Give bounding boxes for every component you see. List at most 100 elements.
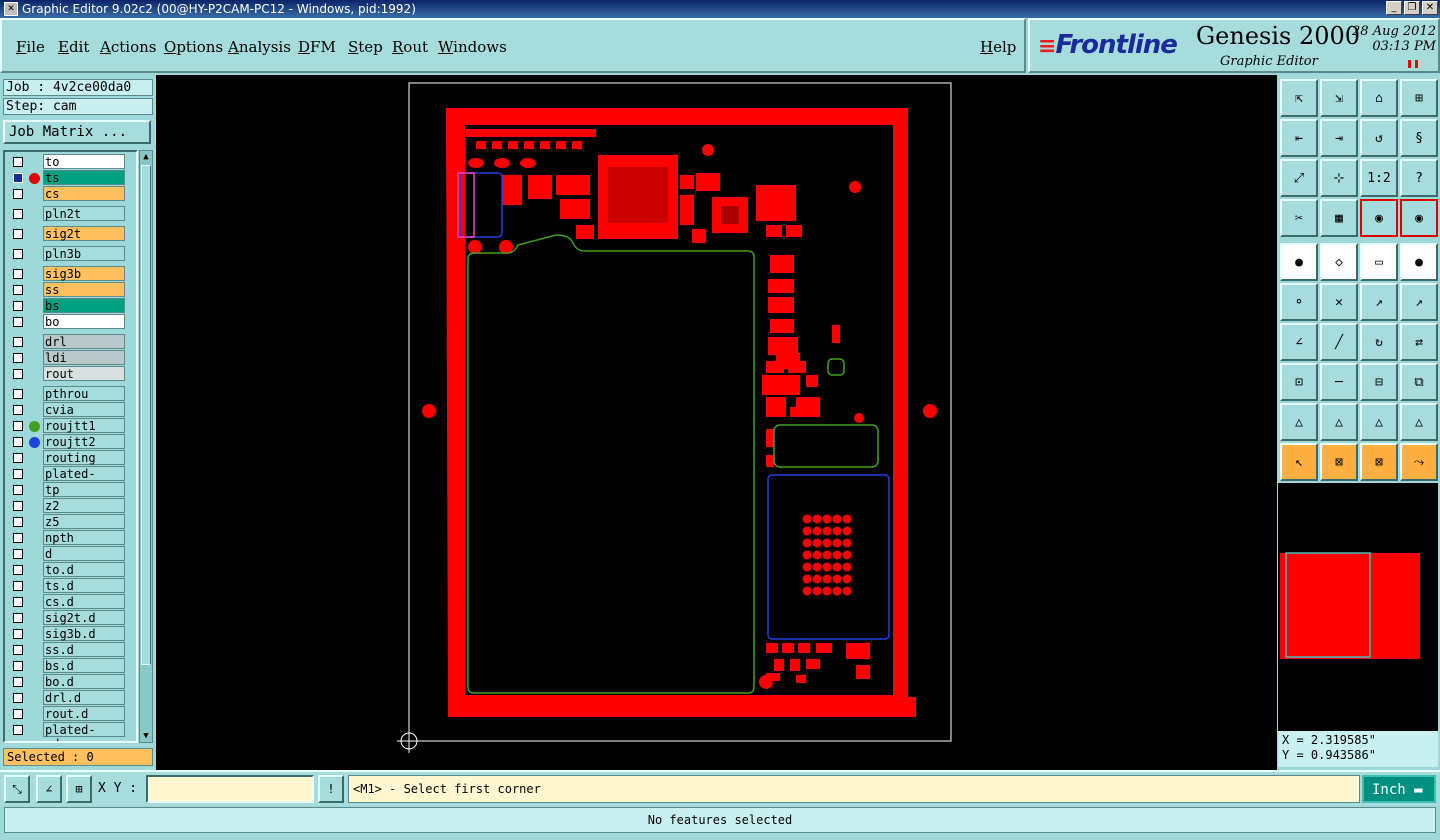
tool-button-15-icon[interactable]: ◉ [1360, 199, 1398, 237]
layer-name[interactable]: z2 [43, 498, 125, 513]
tool-button-34-icon[interactable]: △ [1320, 403, 1358, 441]
tool-button-14-icon[interactable]: ▦ [1320, 199, 1358, 237]
layer-checkbox[interactable] [13, 157, 23, 167]
tool-button-31-icon[interactable]: ⊟ [1360, 363, 1398, 401]
layer-checkbox[interactable] [13, 405, 23, 415]
layer-checkbox[interactable] [13, 613, 23, 623]
layer-row-roujtt2[interactable]: roujtt2 [7, 434, 127, 450]
tool-button-36-icon[interactable]: △ [1400, 403, 1438, 441]
layer-row-cs[interactable]: cs [7, 186, 127, 202]
layer-row-sig3b[interactable]: sig3b [7, 266, 127, 282]
layer-checkbox[interactable] [13, 189, 23, 199]
layer-checkbox[interactable] [13, 285, 23, 295]
tool-button-12-icon[interactable]: ? [1400, 159, 1438, 197]
layer-checkbox[interactable] [13, 369, 23, 379]
zoom-fit-icon[interactable]: ⤡ [4, 775, 30, 803]
tool-button-2-icon[interactable]: ⇲ [1320, 79, 1358, 117]
layer-row-rout[interactable]: rout [7, 366, 127, 382]
tool-button-32-icon[interactable]: ⧉ [1400, 363, 1438, 401]
tool-button-25-icon[interactable]: ∠ [1280, 323, 1318, 361]
scroll-up-icon[interactable]: ▲ [140, 151, 152, 163]
tool-button-29-icon[interactable]: ⊡ [1280, 363, 1318, 401]
layer-name[interactable]: tp [43, 482, 125, 497]
tool-button-18-icon[interactable]: ◇ [1320, 243, 1358, 281]
tool-button-38-icon[interactable]: ⊠ [1320, 443, 1358, 481]
tool-button-30-icon[interactable]: ─ [1320, 363, 1358, 401]
grid-snap-icon[interactable]: ⊞ [66, 775, 92, 803]
layer-row-to[interactable]: to [7, 154, 127, 170]
layer-row-bs-d[interactable]: bs.d [7, 658, 127, 674]
layer-name[interactable]: drl [43, 334, 125, 349]
layer-name[interactable]: pthrou [43, 386, 125, 401]
tool-button-11-icon[interactable]: 1:2 [1360, 159, 1398, 197]
layer-checkbox[interactable] [13, 533, 23, 543]
tool-button-40-icon[interactable]: ⤳ [1400, 443, 1438, 481]
layer-row-pln2t[interactable]: pln2t [7, 206, 127, 222]
layer-checkbox[interactable] [13, 437, 23, 447]
layer-checkbox[interactable] [13, 229, 23, 239]
layer-name[interactable]: ldi [43, 350, 125, 365]
layer-name[interactable]: d [43, 546, 125, 561]
layer-name[interactable]: cs.d [43, 594, 125, 609]
layer-row-drl-d[interactable]: drl.d [7, 690, 127, 706]
tool-button-19-icon[interactable]: ▭ [1360, 243, 1398, 281]
layer-checkbox[interactable] [13, 597, 23, 607]
layer-name[interactable]: ts.d [43, 578, 125, 593]
layer-checkbox[interactable] [13, 317, 23, 327]
layer-checkbox[interactable] [13, 389, 23, 399]
tool-button-24-icon[interactable]: ↗ [1400, 283, 1438, 321]
tool-button-39-icon[interactable]: ⊠ [1360, 443, 1398, 481]
layer-checkbox[interactable] [13, 353, 23, 363]
menu-file[interactable]: File [16, 38, 45, 56]
layer-row-sig3b-d[interactable]: sig3b.d [7, 626, 127, 642]
tool-button-13-icon[interactable]: ✂ [1280, 199, 1318, 237]
layer-row-ss[interactable]: ss [7, 282, 127, 298]
layer-name[interactable]: ss [43, 282, 125, 297]
layer-checkbox[interactable] [13, 661, 23, 671]
layer-row-d[interactable]: d [7, 546, 127, 562]
menu-edit[interactable]: Edit [58, 38, 89, 56]
restore-icon[interactable]: ❐ [1404, 1, 1420, 15]
layer-name[interactable]: sig2t.d [43, 610, 125, 625]
layer-name[interactable]: cvia [43, 402, 125, 417]
job-matrix-button[interactable]: Job Matrix ... [3, 120, 151, 144]
xy-input[interactable] [146, 775, 314, 803]
menu-dfm[interactable]: DFM [298, 38, 336, 56]
tool-button-21-icon[interactable]: ⚬ [1280, 283, 1318, 321]
layer-row-pln3b[interactable]: pln3b [7, 246, 127, 262]
layer-row-sig2t-d[interactable]: sig2t.d [7, 610, 127, 626]
menu-help[interactable]: Help [980, 38, 1016, 56]
minimize-icon[interactable]: _ [1386, 1, 1402, 15]
layer-row-routing[interactable]: routing [7, 450, 127, 466]
layer-row-tp[interactable]: tp [7, 482, 127, 498]
graphic-canvas[interactable] [156, 75, 1277, 770]
layer-name[interactable]: bo.d [43, 674, 125, 689]
tool-button-7-icon[interactable]: ↺ [1360, 119, 1398, 157]
layer-row-z2[interactable]: z2 [7, 498, 127, 514]
layer-name[interactable]: to [43, 154, 125, 169]
menu-options[interactable]: Options [164, 38, 223, 56]
layer-row-cs-d[interactable]: cs.d [7, 594, 127, 610]
layer-name[interactable]: bo [43, 314, 125, 329]
layer-checkbox[interactable] [13, 549, 23, 559]
layer-name[interactable]: cs [43, 186, 125, 201]
tool-button-10-icon[interactable]: ⊹ [1320, 159, 1358, 197]
layer-row-rout-d[interactable]: rout.d [7, 706, 127, 722]
tool-button-6-icon[interactable]: ⇥ [1320, 119, 1358, 157]
layer-checkbox[interactable] [13, 453, 23, 463]
layer-name[interactable]: npth [43, 530, 125, 545]
layer-row-z5[interactable]: z5 [7, 514, 127, 530]
layer-row-plated-edge[interactable]: plated-edge [7, 722, 127, 741]
tool-button-35-icon[interactable]: △ [1360, 403, 1398, 441]
layer-name[interactable]: ts [43, 170, 125, 185]
menu-rout[interactable]: Rout [392, 38, 428, 56]
layer-name[interactable]: drl.d [43, 690, 125, 705]
layer-name[interactable]: sig2t [43, 226, 125, 241]
tool-button-28-icon[interactable]: ⇄ [1400, 323, 1438, 361]
layer-name[interactable]: rout [43, 366, 125, 381]
layer-checkbox[interactable] [13, 469, 23, 479]
layer-row-ss-d[interactable]: ss.d [7, 642, 127, 658]
layer-row-ts-d[interactable]: ts.d [7, 578, 127, 594]
layer-name[interactable]: to.d [43, 562, 125, 577]
layer-row-drl[interactable]: drl [7, 334, 127, 350]
